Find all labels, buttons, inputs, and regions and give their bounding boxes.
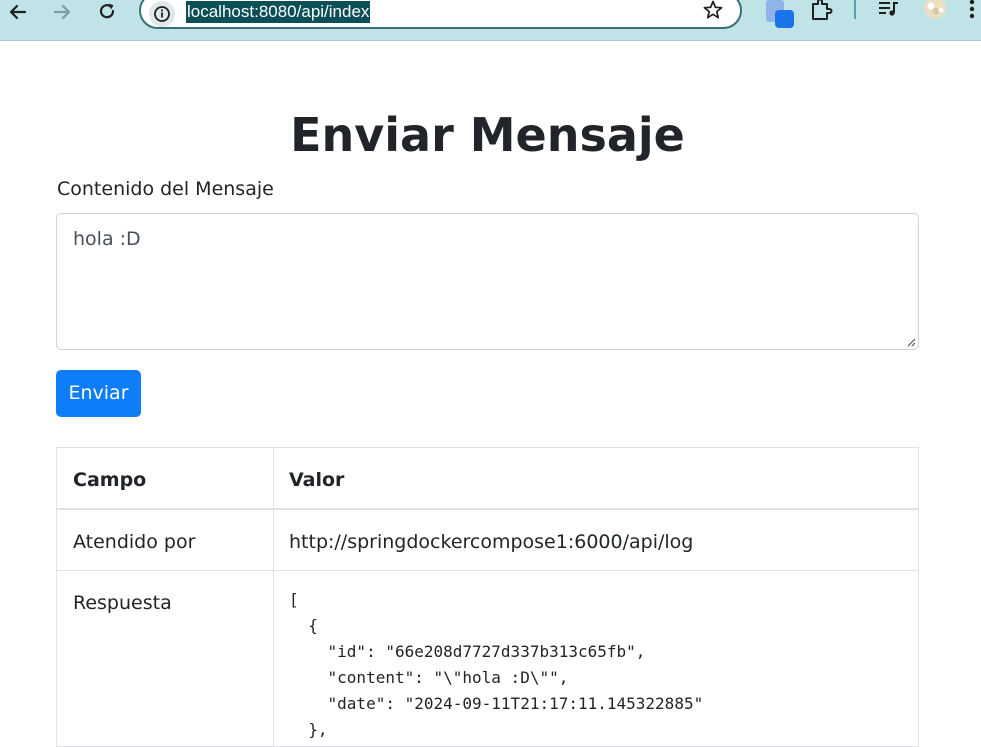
response-table: Campo Valor Atendido por http://springdo…: [56, 447, 919, 747]
send-button[interactable]: Enviar: [56, 370, 141, 417]
url-text[interactable]: localhost:8080/api/index: [186, 1, 371, 23]
message-text[interactable]: hola :D: [73, 228, 141, 250]
resize-grip-icon[interactable]: [906, 337, 916, 347]
profile-avatar-icon[interactable]: [921, 0, 949, 29]
bookmark-star-icon[interactable]: [702, 0, 724, 26]
row-divider: [57, 570, 918, 571]
table-cell-field: Atendido por: [73, 531, 196, 553]
table-header-field: Campo: [73, 469, 147, 491]
table-cell-value: http://springdockercompose1:6000/api/log: [289, 531, 694, 553]
page-title: Enviar Mensaje: [290, 108, 685, 162]
reload-icon[interactable]: [93, 0, 121, 24]
column-divider: [273, 448, 274, 746]
back-icon[interactable]: [4, 0, 32, 24]
message-textarea[interactable]: hola :D: [56, 213, 919, 350]
json-response: [ { "id": "66e208d7727d337b313c65fb", "c…: [289, 590, 704, 739]
extension-color-icon[interactable]: [766, 0, 796, 35]
message-label: Contenido del Mensaje: [57, 178, 274, 200]
table-header-value: Valor: [289, 469, 345, 491]
toolbar-divider: [854, 0, 856, 19]
more-menu-icon[interactable]: [966, 0, 978, 27]
header-divider: [57, 508, 918, 510]
media-queue-icon[interactable]: [877, 0, 901, 25]
table-cell-field: Respuesta: [73, 592, 172, 614]
extensions-puzzle-icon[interactable]: [810, 0, 834, 27]
forward-icon[interactable]: [48, 0, 76, 24]
address-bar[interactable]: localhost:8080/api/index: [139, 0, 742, 29]
site-info-icon[interactable]: [149, 1, 175, 27]
browser-toolbar: localhost:8080/api/index: [0, 0, 981, 41]
